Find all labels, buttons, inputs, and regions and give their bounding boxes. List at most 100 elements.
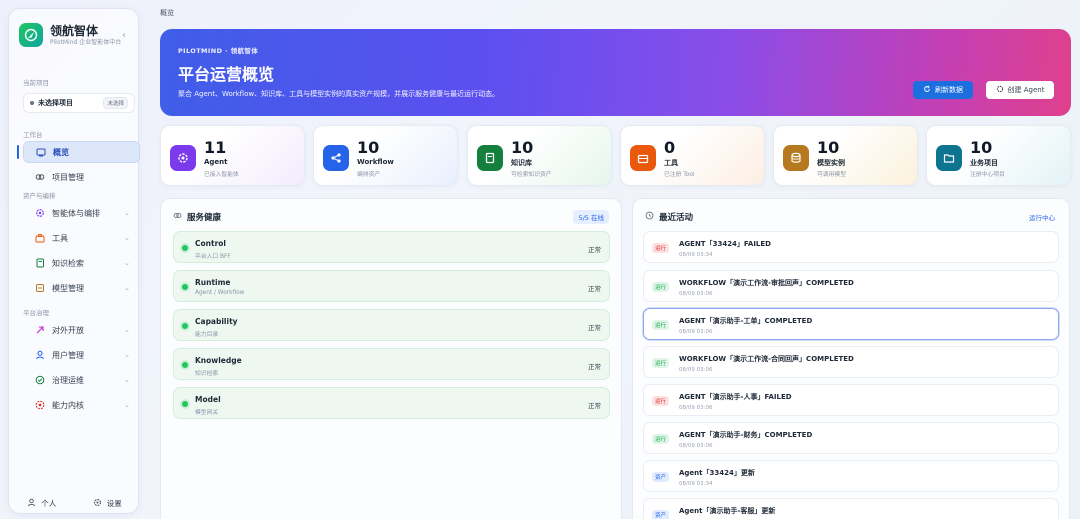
sidebar-item-label: 治理运维 [52,375,84,385]
list-item[interactable]: 运行 AGENT「33424」FAILED 08/09 03:34 [643,231,1059,263]
section-governance: 平台治理 [23,309,49,317]
activity-title: AGENT「演示助手-财务」COMPLETED [679,431,813,439]
stat-card-tools[interactable]: 0 工具 已注册 Tool [620,125,765,186]
book-icon [35,258,45,268]
activity-title: AGENT「演示助手-工单」COMPLETED [679,317,813,325]
list-item[interactable]: 资产 Agent「演示助手-客服」更新 [643,498,1059,519]
list-item[interactable]: 运行 AGENT「演示助手-工单」COMPLETED 08/09 03:06 [643,308,1059,340]
status-dot-icon [182,362,188,368]
stat-card-projects[interactable]: 10 业务项目 注册中心项目 [926,125,1071,186]
sidebar-item-core[interactable]: 能力内核 ⌄ [23,394,140,416]
sidebar-item-overview[interactable]: 概览 [23,141,140,163]
user-icon [35,350,45,360]
sidebar-item-knowledge[interactable]: 知识检索 ⌄ [23,252,140,274]
sidebar-item-label: 智能体与编排 [52,208,100,218]
activity-time: 08/09 03:06 [679,405,713,411]
activity-title: Agent「33424」更新 [679,469,755,477]
list-item[interactable]: Control 平台入口 BFF 正常 [173,231,610,263]
service-status: 正常 [588,363,601,371]
dashboard-icon [36,147,46,157]
sidebar-item-label: 能力内核 [52,400,84,410]
list-item[interactable]: 运行 WORKFLOW「演示工作流-审批回声」COMPLETED 08/09 0… [643,270,1059,302]
activity-title: AGENT「演示助手-人事」FAILED [679,393,792,401]
stat-value: 0 [664,138,676,157]
collapse-sidebar-icon[interactable]: ‹ [122,30,126,41]
sidebar-item-models[interactable]: 模型管理 ⌄ [23,277,140,299]
user-icon [27,498,36,509]
stat-card-agent[interactable]: 11 Agent 已接入智能体 [160,125,305,186]
list-item[interactable]: Runtime Agent / Workflow 正常 [173,270,610,302]
service-name: Knowledge [195,356,242,365]
service-desc: 能力目录 [195,332,219,338]
link-icon [35,172,45,182]
sidebar-item-ops[interactable]: 治理运维 ⌄ [23,369,140,391]
book-icon [477,145,503,171]
stat-subtitle: 已接入智能体 [204,172,239,178]
create-agent-button[interactable]: 创建 Agent [986,81,1054,99]
refresh-button[interactable]: 刷新数据 [913,81,973,99]
model-icon [35,283,45,293]
toolbox-icon [35,233,45,243]
stat-label: 知识库 [511,159,532,167]
list-item[interactable]: 资产 Agent「33424」更新 08/09 03:34 [643,460,1059,492]
hero-description: 聚合 Agent、Workflow、知识库、工具与模型实例的真实资产规模，并展示… [178,90,500,98]
service-name: Capability [195,317,238,326]
service-health-panel: 服务健康 5/5 在线 Control 平台入口 BFF 正常 Runtime … [160,198,622,519]
service-desc: Agent / Workflow [195,290,245,296]
sidebar-item-agents[interactable]: 智能体与编排 ⌄ [23,202,140,224]
activity-title: AGENT「33424」FAILED [679,240,771,248]
stat-value: 10 [511,138,534,157]
stat-label: 工具 [664,159,678,167]
list-item[interactable]: Knowledge 知识检索 正常 [173,348,610,380]
chevron-down-icon: ⌄ [124,351,130,359]
project-selector[interactable]: 未选择项目 未选择 [23,93,135,113]
folder-icon [936,145,962,171]
sidebar-item-tools[interactable]: 工具 ⌄ [23,227,140,249]
stat-card-workflow[interactable]: 10 Workflow 编排资产 [313,125,458,186]
activity-tag: 运行 [652,320,670,330]
brand[interactable]: 领航智体 PilotMind 企业智能体中台 [19,23,121,47]
link-icon [173,211,182,223]
sidebar-item-projects[interactable]: 项目管理 [23,166,140,188]
activity-tag: 运行 [652,243,670,253]
personal-label: 个人 [41,499,57,508]
project-select-button[interactable]: 未选择 [103,97,128,109]
sidebar-item-open[interactable]: 对外开放 ⌄ [23,319,140,341]
stat-label: Workflow [357,158,394,166]
project-label: 当前项目 [23,79,49,87]
list-item[interactable]: Model 模型网关 正常 [173,387,610,419]
settings-button[interactable]: 设置 [93,498,122,509]
activity-tag: 运行 [652,358,670,368]
list-item[interactable]: 运行 WORKFLOW「演示工作流-合同回声」COMPLETED 08/09 0… [643,346,1059,378]
service-name: Model [195,395,221,404]
stat-label: 业务项目 [970,159,998,167]
gear-icon [93,498,102,509]
brand-name: 领航智体 [50,23,99,38]
list-item[interactable]: 运行 AGENT「演示助手-人事」FAILED 08/09 03:06 [643,384,1059,416]
list-item[interactable]: Capability 能力目录 正常 [173,309,610,341]
sidebar-footer: 个人 设置 [9,498,140,509]
sidebar-item-users[interactable]: 用户管理 ⌄ [23,344,140,366]
stat-card-knowledge[interactable]: 10 知识库 可检索知识资产 [467,125,612,186]
list-item[interactable]: 运行 AGENT「演示助手-财务」COMPLETED 08/09 03:06 [643,422,1059,454]
chevron-down-icon: ⌄ [124,326,130,334]
service-name: Control [195,239,227,248]
sidebar-item-label: 用户管理 [52,350,84,360]
project-name: 未选择项目 [38,99,73,107]
database-icon [783,145,809,171]
sidebar-item-label: 项目管理 [52,172,84,182]
activity-tag: 运行 [652,282,670,292]
run-center-link[interactable]: 运行中心 [1029,212,1055,222]
service-status: 正常 [588,324,601,332]
service-desc: 模型网关 [195,410,219,416]
gear-icon [35,208,45,218]
chevron-down-icon: ⌄ [124,284,130,292]
personal-button[interactable]: 个人 [27,498,56,509]
panel-title: 服务健康 [173,211,221,223]
activity-tag: 运行 [652,396,670,406]
service-status: 正常 [588,246,601,254]
sidebar-item-label: 知识检索 [52,258,84,268]
sidebar: 领航智体 PilotMind 企业智能体中台 ‹ 当前项目 未选择项目 未选择 … [8,8,140,514]
stat-card-models[interactable]: 10 模型实例 可调用模型 [773,125,918,186]
chevron-down-icon: ⌄ [124,401,130,409]
